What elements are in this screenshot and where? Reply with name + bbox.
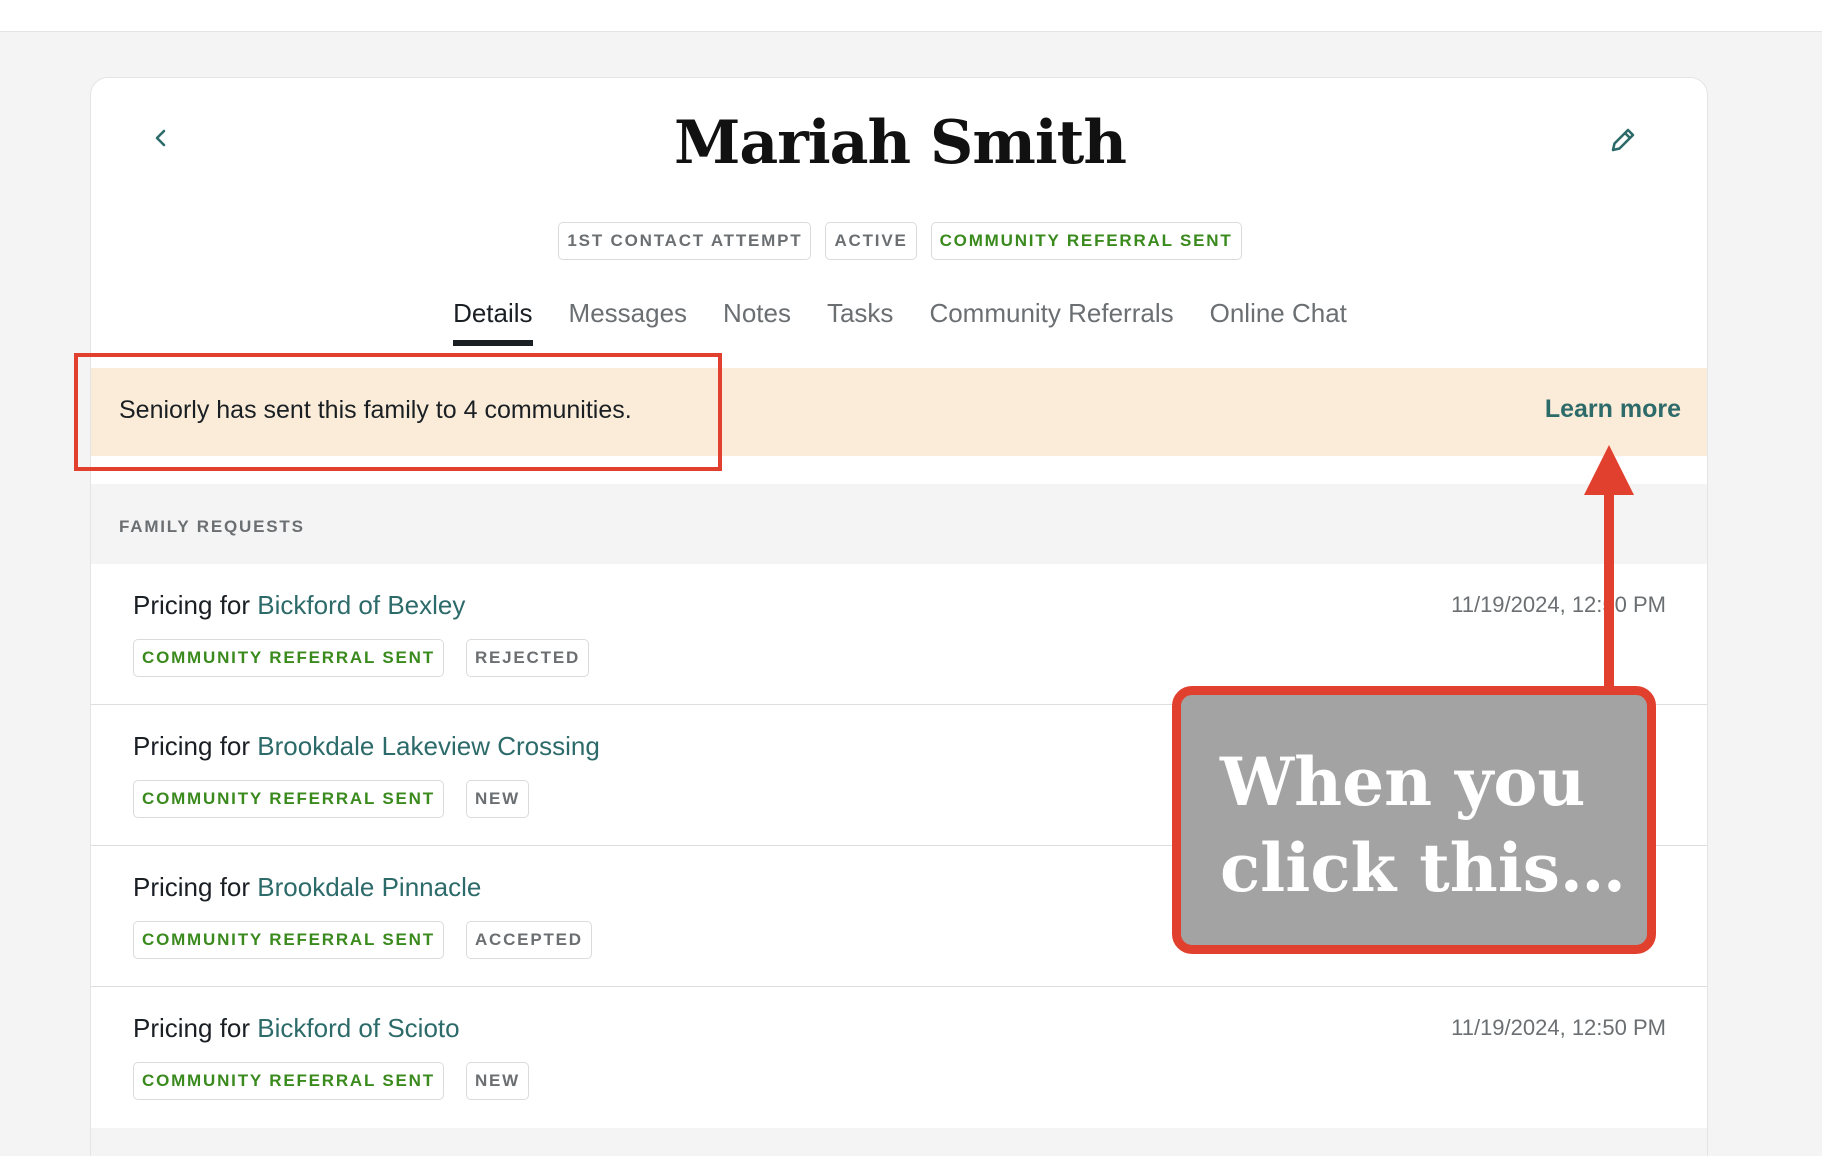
badge-contact-attempt: 1ST CONTACT ATTEMPT: [558, 222, 812, 260]
status-badges: 1ST CONTACT ATTEMPT ACTIVE COMMUNITY REF…: [91, 222, 1707, 260]
state-badge: ACCEPTED: [465, 921, 592, 959]
tab-notes[interactable]: Notes: [723, 284, 791, 344]
badge-community-referral-sent: COMMUNITY REFERRAL SENT: [930, 222, 1242, 260]
state-badge: REJECTED: [465, 639, 590, 677]
community-link[interactable]: Brookdale Lakeview Crossing: [257, 731, 600, 761]
request-prefix: Pricing for: [133, 731, 251, 761]
status-badge: COMMUNITY REFERRAL SENT: [133, 780, 444, 818]
request-prefix: Pricing for: [133, 1013, 251, 1043]
request-badges: COMMUNITY REFERRAL SENT NEW: [133, 1062, 530, 1100]
tab-bar: Details Messages Notes Tasks Community R…: [91, 284, 1707, 346]
callout-text: When you click this…: [1220, 743, 1626, 907]
community-link[interactable]: Bickford of Scioto: [257, 1013, 459, 1043]
annotation-arrow-head: [1584, 445, 1634, 495]
tab-details[interactable]: Details: [453, 284, 534, 346]
tab-community-referrals[interactable]: Community Referrals: [929, 284, 1173, 344]
status-badge: COMMUNITY REFERRAL SENT: [133, 639, 444, 677]
request-timestamp: 11/19/2024, 12:50 PM: [1451, 592, 1666, 617]
edit-button[interactable]: [1601, 118, 1645, 162]
top-bar: [0, 0, 1822, 32]
annotation-arrow-shaft: [1604, 485, 1614, 689]
state-badge: NEW: [465, 1062, 530, 1100]
state-badge: NEW: [465, 780, 530, 818]
request-title: Pricing for Bickford of Scioto: [133, 1013, 460, 1044]
request-prefix: Pricing for: [133, 590, 251, 620]
section-label: FAMILY REQUESTS: [119, 517, 305, 536]
pencil-icon: [1611, 128, 1635, 152]
tab-tasks[interactable]: Tasks: [827, 284, 893, 344]
community-link[interactable]: Bickford of Bexley: [257, 590, 465, 620]
status-badge: COMMUNITY REFERRAL SENT: [133, 921, 444, 959]
annotation-callout: When you click this…: [1172, 686, 1656, 954]
page-title: Mariah Smith: [673, 108, 1127, 178]
list-item: Pricing for Bickford of Scioto 11/19/202…: [91, 987, 1707, 1128]
request-badges: COMMUNITY REFERRAL SENT ACCEPTED: [133, 921, 592, 959]
request-badges: COMMUNITY REFERRAL SENT REJECTED: [133, 639, 590, 677]
request-timestamp: 11/19/2024, 12:50 PM: [1451, 1015, 1666, 1040]
request-title: Pricing for Bickford of Bexley: [133, 590, 465, 621]
request-title: Pricing for Brookdale Pinnacle: [133, 872, 481, 903]
lead-detail-card: Mariah Smith 1ST CONTACT ATTEMPT ACTIVE …: [90, 77, 1708, 1156]
annotation-highlight-box: [74, 353, 722, 471]
tab-online-chat[interactable]: Online Chat: [1210, 284, 1347, 344]
request-prefix: Pricing for: [133, 872, 251, 902]
learn-more-link[interactable]: Learn more: [1545, 395, 1681, 424]
status-badge: COMMUNITY REFERRAL SENT: [133, 1062, 444, 1100]
badge-active: ACTIVE: [825, 222, 917, 260]
list-item: Pricing for Bickford of Bexley 11/19/202…: [91, 564, 1707, 705]
community-link[interactable]: Brookdale Pinnacle: [257, 872, 481, 902]
request-title: Pricing for Brookdale Lakeview Crossing: [133, 731, 600, 762]
request-badges: COMMUNITY REFERRAL SENT NEW: [133, 780, 530, 818]
tab-messages[interactable]: Messages: [569, 284, 688, 344]
